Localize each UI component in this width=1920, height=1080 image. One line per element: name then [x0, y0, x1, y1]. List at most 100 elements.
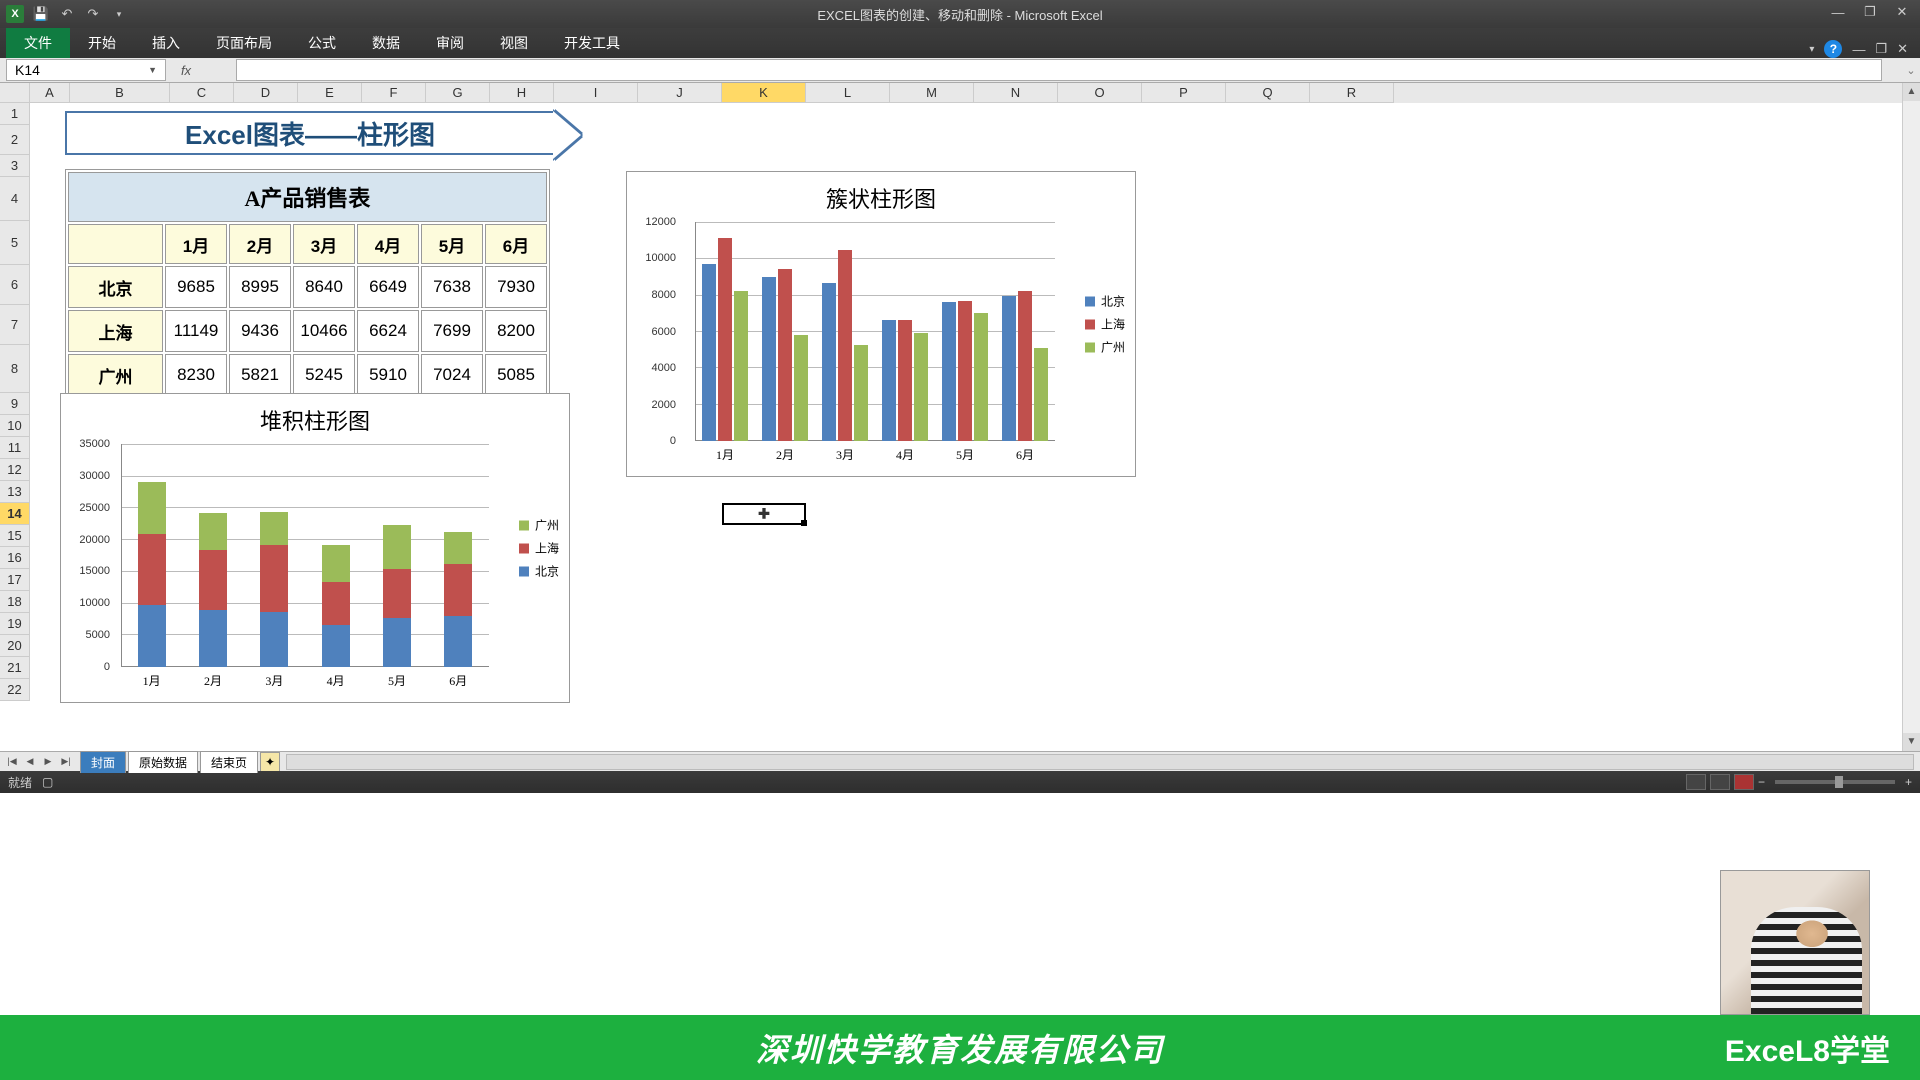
webcam-overlay [1720, 870, 1870, 1015]
col-header-H[interactable]: H [490, 83, 554, 103]
formula-expand-icon[interactable]: ⌄ [1902, 64, 1920, 77]
row-header-15[interactable]: 15 [0, 525, 30, 547]
page-break-view-button[interactable] [1734, 774, 1754, 790]
sheet-nav-first-icon[interactable]: |◀ [4, 756, 20, 767]
cells-area[interactable]: Excel图表——柱形图 A产品销售表1月2月3月4月5月6月北京9685899… [30, 103, 1902, 751]
row-header-20[interactable]: 20 [0, 635, 30, 657]
ribbon-tab-插入[interactable]: 插入 [134, 28, 198, 58]
scroll-up-icon[interactable]: ▲ [1903, 83, 1920, 101]
col-header-J[interactable]: J [638, 83, 722, 103]
sheet-nav-next-icon[interactable]: ▶ [40, 756, 56, 767]
col-header-L[interactable]: L [806, 83, 890, 103]
col-header-N[interactable]: N [974, 83, 1058, 103]
horizontal-scrollbar[interactable] [286, 754, 1914, 770]
sheet-nav-prev-icon[interactable]: ◀ [22, 756, 38, 767]
ribbon-tab-视图[interactable]: 视图 [482, 28, 546, 58]
selected-cell[interactable]: ✚ [722, 503, 806, 525]
ribbon-tab-开始[interactable]: 开始 [70, 28, 134, 58]
col-header-C[interactable]: C [170, 83, 234, 103]
close-button[interactable]: ✕ [1890, 2, 1914, 22]
new-sheet-button[interactable]: ✦ [260, 752, 280, 771]
window-title: EXCEL图表的创建、移动和删除 - Microsoft Excel [817, 5, 1102, 24]
row-header-8[interactable]: 8 [0, 345, 30, 393]
doc-minimize-button[interactable]: — [1852, 42, 1865, 57]
row-header-12[interactable]: 12 [0, 459, 30, 481]
worksheet-grid: ABCDEFGHIJKLMNOPQR 123456789101112131415… [0, 83, 1920, 751]
row-header-14[interactable]: 14 [0, 503, 30, 525]
minimize-button[interactable]: — [1826, 2, 1850, 22]
col-header-B[interactable]: B [70, 83, 170, 103]
row-header-2[interactable]: 2 [0, 125, 30, 155]
ribbon-tab-页面布局[interactable]: 页面布局 [198, 28, 290, 58]
formula-input[interactable] [236, 59, 1882, 81]
sheet-nav-last-icon[interactable]: ▶| [58, 756, 74, 767]
col-header-G[interactable]: G [426, 83, 490, 103]
qat-customize-icon[interactable]: ▾ [108, 3, 130, 25]
clustered-bar-chart[interactable]: 簇状柱形图 020004000600080001000012000 1月2月3月… [626, 171, 1136, 477]
sheet-title-text: Excel图表——柱形图 [185, 115, 435, 152]
ribbon-tab-审阅[interactable]: 审阅 [418, 28, 482, 58]
col-header-R[interactable]: R [1310, 83, 1394, 103]
row-header-11[interactable]: 11 [0, 437, 30, 459]
redo-icon[interactable]: ↷ [82, 3, 104, 25]
normal-view-button[interactable] [1686, 774, 1706, 790]
zoom-in-button[interactable]: + [1905, 775, 1912, 789]
col-header-O[interactable]: O [1058, 83, 1142, 103]
col-header-A[interactable]: A [30, 83, 70, 103]
doc-close-button[interactable]: ✕ [1897, 41, 1908, 57]
row-header-18[interactable]: 18 [0, 591, 30, 613]
row-header-5[interactable]: 5 [0, 221, 30, 265]
row-header-10[interactable]: 10 [0, 415, 30, 437]
row-header-19[interactable]: 19 [0, 613, 30, 635]
row-header-4[interactable]: 4 [0, 177, 30, 221]
row-header-13[interactable]: 13 [0, 481, 30, 503]
save-icon[interactable]: 💾 [30, 3, 52, 25]
ribbon-tab-开发工具[interactable]: 开发工具 [546, 28, 638, 58]
ribbon-tab-数据[interactable]: 数据 [354, 28, 418, 58]
col-header-D[interactable]: D [234, 83, 298, 103]
file-tab[interactable]: 文件 [6, 28, 70, 58]
y-axis: 020004000600080001000012000 [627, 222, 682, 441]
row-header-9[interactable]: 9 [0, 393, 30, 415]
maximize-button[interactable]: ❐ [1858, 2, 1882, 22]
stacked-bar-chart[interactable]: 堆积柱形图 0500010000150002000025000300003500… [60, 393, 570, 703]
row-header-7[interactable]: 7 [0, 305, 30, 345]
sheet-tab-封面[interactable]: 封面 [80, 751, 126, 773]
row-header-6[interactable]: 6 [0, 265, 30, 305]
row-header-21[interactable]: 21 [0, 657, 30, 679]
col-header-M[interactable]: M [890, 83, 974, 103]
col-header-F[interactable]: F [362, 83, 426, 103]
select-all-corner[interactable] [0, 83, 30, 103]
row-header-16[interactable]: 16 [0, 547, 30, 569]
sheet-nav-buttons[interactable]: |◀ ◀ ▶ ▶| [0, 756, 78, 767]
col-header-P[interactable]: P [1142, 83, 1226, 103]
page-layout-view-button[interactable] [1710, 774, 1730, 790]
row-header-22[interactable]: 22 [0, 679, 30, 701]
row-header-3[interactable]: 3 [0, 155, 30, 177]
scroll-down-icon[interactable]: ▼ [1903, 733, 1920, 751]
doc-restore-button[interactable]: ❐ [1875, 41, 1887, 57]
zoom-out-button[interactable]: − [1758, 775, 1765, 789]
macro-record-icon[interactable]: ▢ [42, 775, 53, 789]
namebox-dropdown-icon[interactable]: ▼ [148, 65, 157, 75]
ribbon-tab-公式[interactable]: 公式 [290, 28, 354, 58]
fx-icon[interactable]: fx [176, 63, 196, 78]
formula-bar: K14 ▼ fx ⌄ [0, 58, 1920, 83]
name-box[interactable]: K14 ▼ [6, 59, 166, 81]
col-header-K[interactable]: K [722, 83, 806, 103]
ribbon-collapse-icon[interactable]: ▾ [1809, 44, 1814, 55]
zoom-slider[interactable] [1775, 780, 1895, 784]
excel-app-icon[interactable]: X [4, 3, 26, 25]
undo-icon[interactable]: ↶ [56, 3, 78, 25]
help-icon[interactable]: ? [1824, 40, 1842, 58]
col-header-I[interactable]: I [554, 83, 638, 103]
row-header-1[interactable]: 1 [0, 103, 30, 125]
col-header-E[interactable]: E [298, 83, 362, 103]
sheet-tab-结束页[interactable]: 结束页 [200, 751, 258, 773]
col-header-Q[interactable]: Q [1226, 83, 1310, 103]
row-header-17[interactable]: 17 [0, 569, 30, 591]
plot-area: 1月2月3月4月5月6月 [695, 222, 1055, 441]
vertical-scrollbar[interactable]: ▲ ▼ [1902, 83, 1920, 751]
sheet-title-banner: Excel图表——柱形图 [65, 111, 555, 155]
sheet-tab-原始数据[interactable]: 原始数据 [128, 751, 198, 773]
